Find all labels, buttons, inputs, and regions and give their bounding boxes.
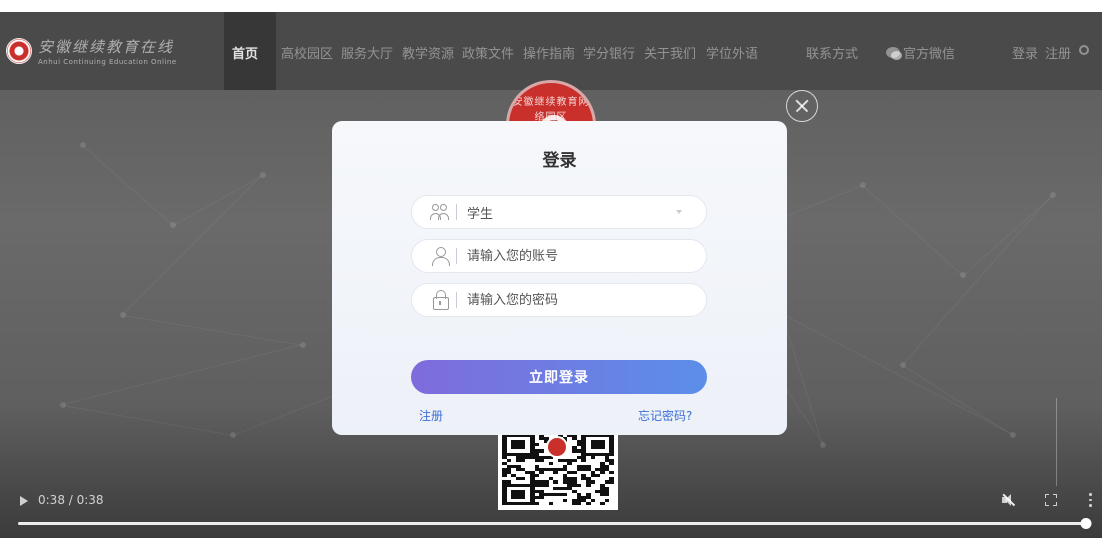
background-line	[783, 314, 1014, 435]
background-line	[82, 145, 173, 226]
nav-item-8[interactable]: 学位外语	[706, 43, 758, 62]
site-logo[interactable]: 安徽继续教育在线 Anhui Continuing Education Onli…	[6, 36, 177, 66]
background-line	[62, 344, 304, 405]
background-line	[782, 315, 823, 446]
role-select-value: 学生	[467, 206, 494, 222]
nav-item-3[interactable]: 教学资源	[402, 43, 454, 62]
video-controls: 0:38 / 0:38	[0, 398, 1102, 538]
logo-title-en: Anhui Continuing Education Online	[38, 58, 177, 66]
nav-login-link[interactable]: 登录	[1012, 43, 1038, 62]
more-options-icon[interactable]	[1088, 493, 1092, 507]
role-select[interactable]: 学生	[411, 195, 707, 229]
nav-item-5[interactable]: 操作指南	[523, 43, 575, 62]
play-icon[interactable]	[20, 496, 28, 506]
background-line	[122, 315, 303, 346]
login-submit-button[interactable]: 立即登录	[411, 360, 707, 394]
progress-bar[interactable]	[18, 518, 1092, 529]
close-modal-button[interactable]	[786, 90, 818, 122]
logo-emblem-icon	[6, 38, 32, 64]
field-divider	[456, 292, 457, 308]
progress-knob[interactable]	[1080, 518, 1092, 529]
users-icon	[430, 202, 452, 222]
modal-title: 登录	[542, 151, 577, 171]
search-icon[interactable]	[1079, 45, 1089, 55]
nav-register-link[interactable]: 注册	[1045, 43, 1071, 62]
dropdown-arrow-icon	[676, 210, 682, 214]
video-background: 安徽继续教育在线 Anhui Continuing Education Onli…	[0, 12, 1102, 538]
background-line	[122, 174, 263, 315]
nav-contact-link[interactable]: 联系方式	[806, 43, 858, 62]
fullscreen-icon[interactable]	[1045, 494, 1057, 506]
lock-icon	[430, 290, 452, 310]
wechat-icon	[886, 47, 902, 60]
nav-item-6[interactable]: 学分银行	[583, 43, 635, 62]
top-navigation: 安徽继续教育在线 Anhui Continuing Education Onli…	[0, 12, 1102, 90]
background-line	[902, 194, 1053, 365]
password-input[interactable]	[467, 284, 706, 316]
nav-item-2[interactable]: 服务大厅	[341, 43, 393, 62]
nav-item-4[interactable]: 政策文件	[462, 43, 514, 62]
nav-item-1[interactable]: 高校园区	[281, 43, 333, 62]
background-line	[862, 185, 963, 276]
nav-wechat-link[interactable]: 官方微信	[886, 43, 955, 62]
nav-wechat-label: 官方微信	[903, 47, 956, 62]
nav-item-0[interactable]: 首页	[232, 43, 258, 62]
nav-item-7[interactable]: 关于我们	[644, 43, 696, 62]
forgot-password-link[interactable]: 忘记密码?	[638, 407, 692, 424]
field-divider	[456, 204, 457, 220]
background-line	[62, 405, 233, 436]
mute-icon[interactable]	[1002, 493, 1016, 506]
user-icon	[430, 246, 452, 266]
password-field-wrapper	[411, 283, 707, 317]
progress-fill	[18, 522, 1086, 525]
field-divider	[456, 248, 457, 264]
account-input[interactable]	[467, 240, 706, 272]
account-field-wrapper	[411, 239, 707, 273]
login-modal: 登录 学生 立即登录 注册 忘记密码?	[332, 121, 787, 435]
logo-title-cn: 安徽继续教育在线	[38, 38, 175, 56]
qr-logo-icon	[546, 436, 568, 458]
volume-slider[interactable]	[1056, 398, 1057, 486]
time-display: 0:38 / 0:38	[38, 493, 104, 507]
register-link[interactable]: 注册	[419, 407, 443, 424]
